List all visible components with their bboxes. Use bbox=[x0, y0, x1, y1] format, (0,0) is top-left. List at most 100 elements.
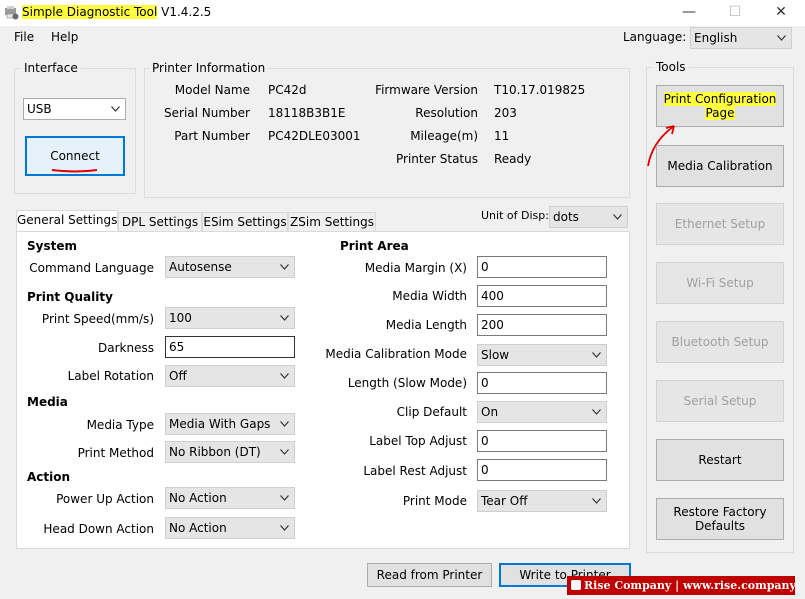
clip-default-label: Clip Default bbox=[396, 405, 467, 419]
label-top-adjust-input[interactable]: 0 bbox=[477, 430, 607, 452]
media-length-input[interactable]: 200 bbox=[477, 314, 607, 336]
app-icon bbox=[5, 6, 19, 20]
menu-help[interactable]: Help bbox=[51, 30, 78, 44]
label-rest-adjust-input[interactable]: 0 bbox=[477, 459, 607, 481]
tab-esim-settings[interactable]: ESim Settings bbox=[202, 212, 288, 232]
print-config-line2: Page bbox=[705, 106, 735, 120]
darkness-input[interactable]: 65 bbox=[165, 336, 295, 358]
watermark-logo bbox=[571, 580, 581, 590]
watermark-text: Rise Company | www.rise.company bbox=[584, 579, 795, 592]
serial-number-label: Serial Number bbox=[164, 106, 250, 120]
bluetooth-setup-button[interactable]: Bluetooth Setup bbox=[656, 321, 784, 363]
chevron-down-icon bbox=[280, 421, 289, 427]
power-up-action-select[interactable]: No Action bbox=[165, 487, 295, 509]
restart-button[interactable]: Restart bbox=[656, 439, 784, 481]
maximize-button[interactable]: ☐ bbox=[712, 0, 758, 26]
interface-select[interactable]: USB bbox=[23, 98, 126, 120]
read-from-printer-button[interactable]: Read from Printer bbox=[367, 563, 492, 587]
label-rotation-value: Off bbox=[169, 369, 187, 383]
darkness-label: Darkness bbox=[98, 341, 154, 355]
language-select[interactable]: English bbox=[690, 27, 792, 49]
media-type-value: Media With Gaps bbox=[169, 417, 271, 431]
serial-setup-button[interactable]: Serial Setup bbox=[656, 380, 784, 422]
media-margin-input[interactable]: 0 bbox=[477, 256, 607, 278]
watermark-banner: Rise Company | www.rise.company bbox=[567, 576, 795, 595]
unit-select[interactable]: dots bbox=[549, 206, 628, 228]
label-rest-adjust-label: Label Rest Adjust bbox=[363, 464, 467, 478]
length-slow-mode-label: Length (Slow Mode) bbox=[347, 376, 467, 390]
print-mode-select[interactable]: Tear Off bbox=[477, 490, 607, 512]
print-method-select[interactable]: No Ribbon (DT) bbox=[165, 441, 295, 463]
label-top-adjust-label: Label Top Adjust bbox=[369, 434, 467, 448]
model-name-value: PC42d bbox=[268, 83, 307, 97]
firmware-label: Firmware Version bbox=[375, 83, 478, 97]
mileage-value: 11 bbox=[494, 129, 510, 143]
print-quality-header: Print Quality bbox=[27, 290, 113, 304]
chevron-down-icon bbox=[280, 264, 289, 270]
title-version: V1.4.2.5 bbox=[157, 5, 212, 19]
printer-info-title: Printer Information bbox=[149, 61, 269, 75]
media-length-label: Media Length bbox=[385, 318, 467, 332]
unit-label: Unit of Disp: bbox=[481, 209, 549, 222]
restore-line2: Defaults bbox=[694, 519, 746, 533]
wifi-setup-button[interactable]: Wi-Fi Setup bbox=[656, 262, 784, 304]
close-button[interactable]: ✕ bbox=[758, 0, 804, 26]
length-slow-mode-input[interactable]: 0 bbox=[477, 372, 607, 394]
print-mode-value: Tear Off bbox=[481, 494, 528, 508]
clip-default-select[interactable]: On bbox=[477, 401, 607, 423]
label-rotation-label: Label Rotation bbox=[67, 369, 154, 383]
mileage-label: Mileage(m) bbox=[410, 129, 478, 143]
chevron-down-icon bbox=[613, 214, 622, 220]
label-rotation-select[interactable]: Off bbox=[165, 365, 295, 387]
window-title: Simple Diagnostic Tool V1.4.2.5 bbox=[22, 4, 211, 20]
serial-number-value: 18118B3B1E bbox=[268, 106, 346, 120]
media-header: Media bbox=[27, 395, 68, 409]
language-label: Language: bbox=[623, 30, 687, 44]
interface-value: USB bbox=[27, 102, 52, 116]
media-calibration-button[interactable]: Media Calibration bbox=[656, 145, 784, 187]
head-down-action-label: Head Down Action bbox=[43, 522, 154, 536]
ethernet-setup-button[interactable]: Ethernet Setup bbox=[656, 203, 784, 245]
print-method-value: No Ribbon (DT) bbox=[169, 445, 261, 459]
action-header: Action bbox=[27, 470, 71, 484]
menu-file[interactable]: File bbox=[14, 30, 34, 44]
print-speed-value: 100 bbox=[169, 311, 192, 325]
print-area-header: Print Area bbox=[340, 239, 409, 253]
media-calibration-mode-select[interactable]: Slow bbox=[477, 344, 607, 366]
print-config-line1: Print Configuration bbox=[663, 92, 777, 106]
part-number-value: PC42DLE03001 bbox=[268, 129, 361, 143]
command-language-label: Command Language bbox=[29, 261, 154, 275]
interface-title: Interface bbox=[21, 61, 81, 75]
tab-zsim-settings[interactable]: ZSim Settings bbox=[288, 212, 376, 232]
head-down-action-select[interactable]: No Action bbox=[165, 517, 295, 539]
restore-factory-defaults-button[interactable]: Restore Factory Defaults bbox=[656, 498, 784, 540]
tab-dpl-settings[interactable]: DPL Settings bbox=[118, 212, 202, 232]
chevron-down-icon bbox=[592, 498, 601, 504]
power-up-action-value: No Action bbox=[169, 491, 227, 505]
resolution-label: Resolution bbox=[415, 106, 478, 120]
chevron-down-icon bbox=[777, 35, 786, 41]
command-language-select[interactable]: Autosense bbox=[165, 256, 295, 278]
power-up-action-label: Power Up Action bbox=[56, 492, 154, 506]
chevron-down-icon bbox=[592, 352, 601, 358]
chevron-down-icon bbox=[280, 373, 289, 379]
chevron-down-icon bbox=[592, 409, 601, 415]
printer-status-value: Ready bbox=[494, 152, 532, 166]
tools-title: Tools bbox=[653, 60, 689, 74]
unit-value: dots bbox=[553, 210, 579, 224]
media-width-input[interactable]: 400 bbox=[477, 285, 607, 307]
tab-general-settings[interactable]: General Settings bbox=[16, 210, 118, 232]
chevron-down-icon bbox=[280, 495, 289, 501]
firmware-value: T10.17.019825 bbox=[494, 83, 586, 97]
printer-status-label: Printer Status bbox=[396, 152, 478, 166]
system-header: System bbox=[27, 239, 77, 253]
print-method-label: Print Method bbox=[77, 446, 154, 460]
media-type-select[interactable]: Media With Gaps bbox=[165, 413, 295, 435]
print-speed-select[interactable]: 100 bbox=[165, 307, 295, 329]
minimize-button[interactable]: — bbox=[666, 0, 712, 26]
media-calibration-mode-value: Slow bbox=[481, 348, 510, 362]
media-calibration-mode-label: Media Calibration Mode bbox=[325, 347, 467, 361]
connect-underline-annotation bbox=[51, 169, 98, 173]
media-margin-label: Media Margin (X) bbox=[364, 261, 467, 275]
model-name-label: Model Name bbox=[174, 83, 250, 97]
